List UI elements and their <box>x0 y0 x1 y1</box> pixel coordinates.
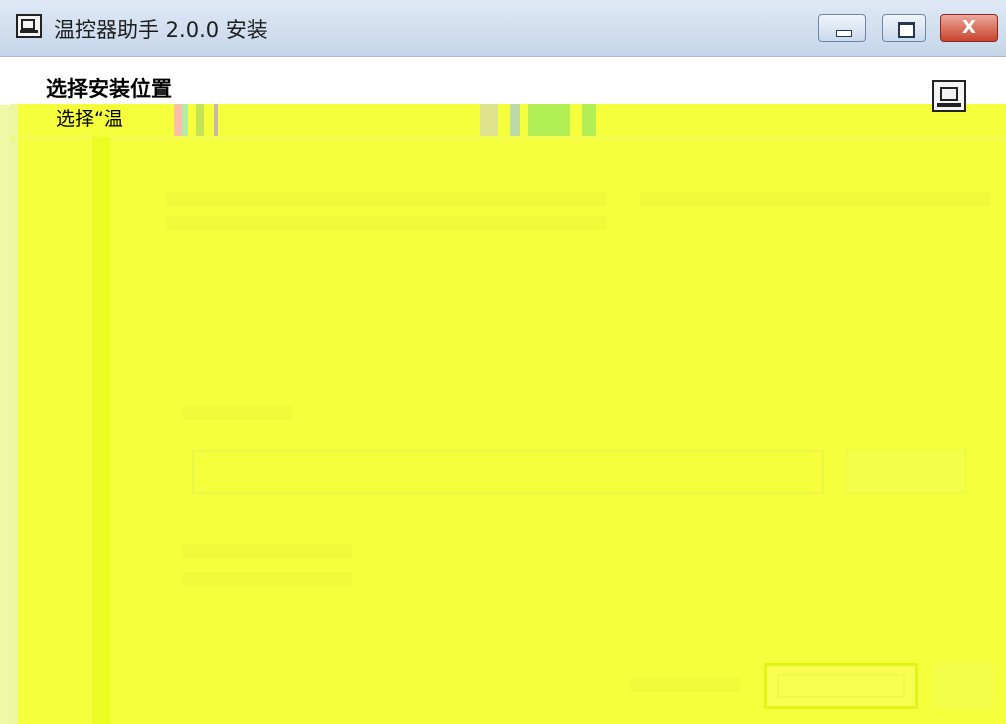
install-path-input[interactable] <box>192 450 824 494</box>
minimize-button[interactable] <box>818 14 866 42</box>
title-bar[interactable]: 温控器助手 2.0.0 安装 X <box>0 0 1006 57</box>
maximize-icon <box>898 22 915 38</box>
obscured-content-region <box>10 104 1006 724</box>
header-divider <box>10 137 1006 139</box>
description-line <box>166 192 606 206</box>
browse-button[interactable] <box>846 449 966 493</box>
content-left-edge <box>10 104 18 724</box>
description-line <box>640 192 990 206</box>
space-required-text <box>182 544 352 558</box>
back-button[interactable] <box>630 678 740 692</box>
cancel-button[interactable] <box>934 663 994 709</box>
page-title: 选择安装位置 <box>46 77 172 101</box>
installer-window: 温控器助手 2.0.0 安装 X 选择安装位置 选择“温 <box>0 0 1006 724</box>
close-button[interactable]: X <box>940 14 998 42</box>
target-folder-label <box>182 406 292 420</box>
installer-logo-icon <box>932 80 966 112</box>
page-subtitle: 选择“温 <box>56 108 123 130</box>
installer-app-icon <box>16 14 42 38</box>
maximize-button[interactable] <box>882 14 926 42</box>
space-available-text <box>182 572 352 586</box>
window-title: 温控器助手 2.0.0 安装 <box>54 18 268 42</box>
description-line <box>166 216 606 230</box>
close-icon: X <box>962 17 976 38</box>
install-button[interactable] <box>764 663 918 709</box>
subtitle-artifact <box>174 104 230 136</box>
left-guide-bar <box>92 137 110 724</box>
minimize-icon <box>836 30 852 37</box>
subtitle-artifact <box>480 104 596 136</box>
install-button-focus-ring <box>777 674 905 698</box>
